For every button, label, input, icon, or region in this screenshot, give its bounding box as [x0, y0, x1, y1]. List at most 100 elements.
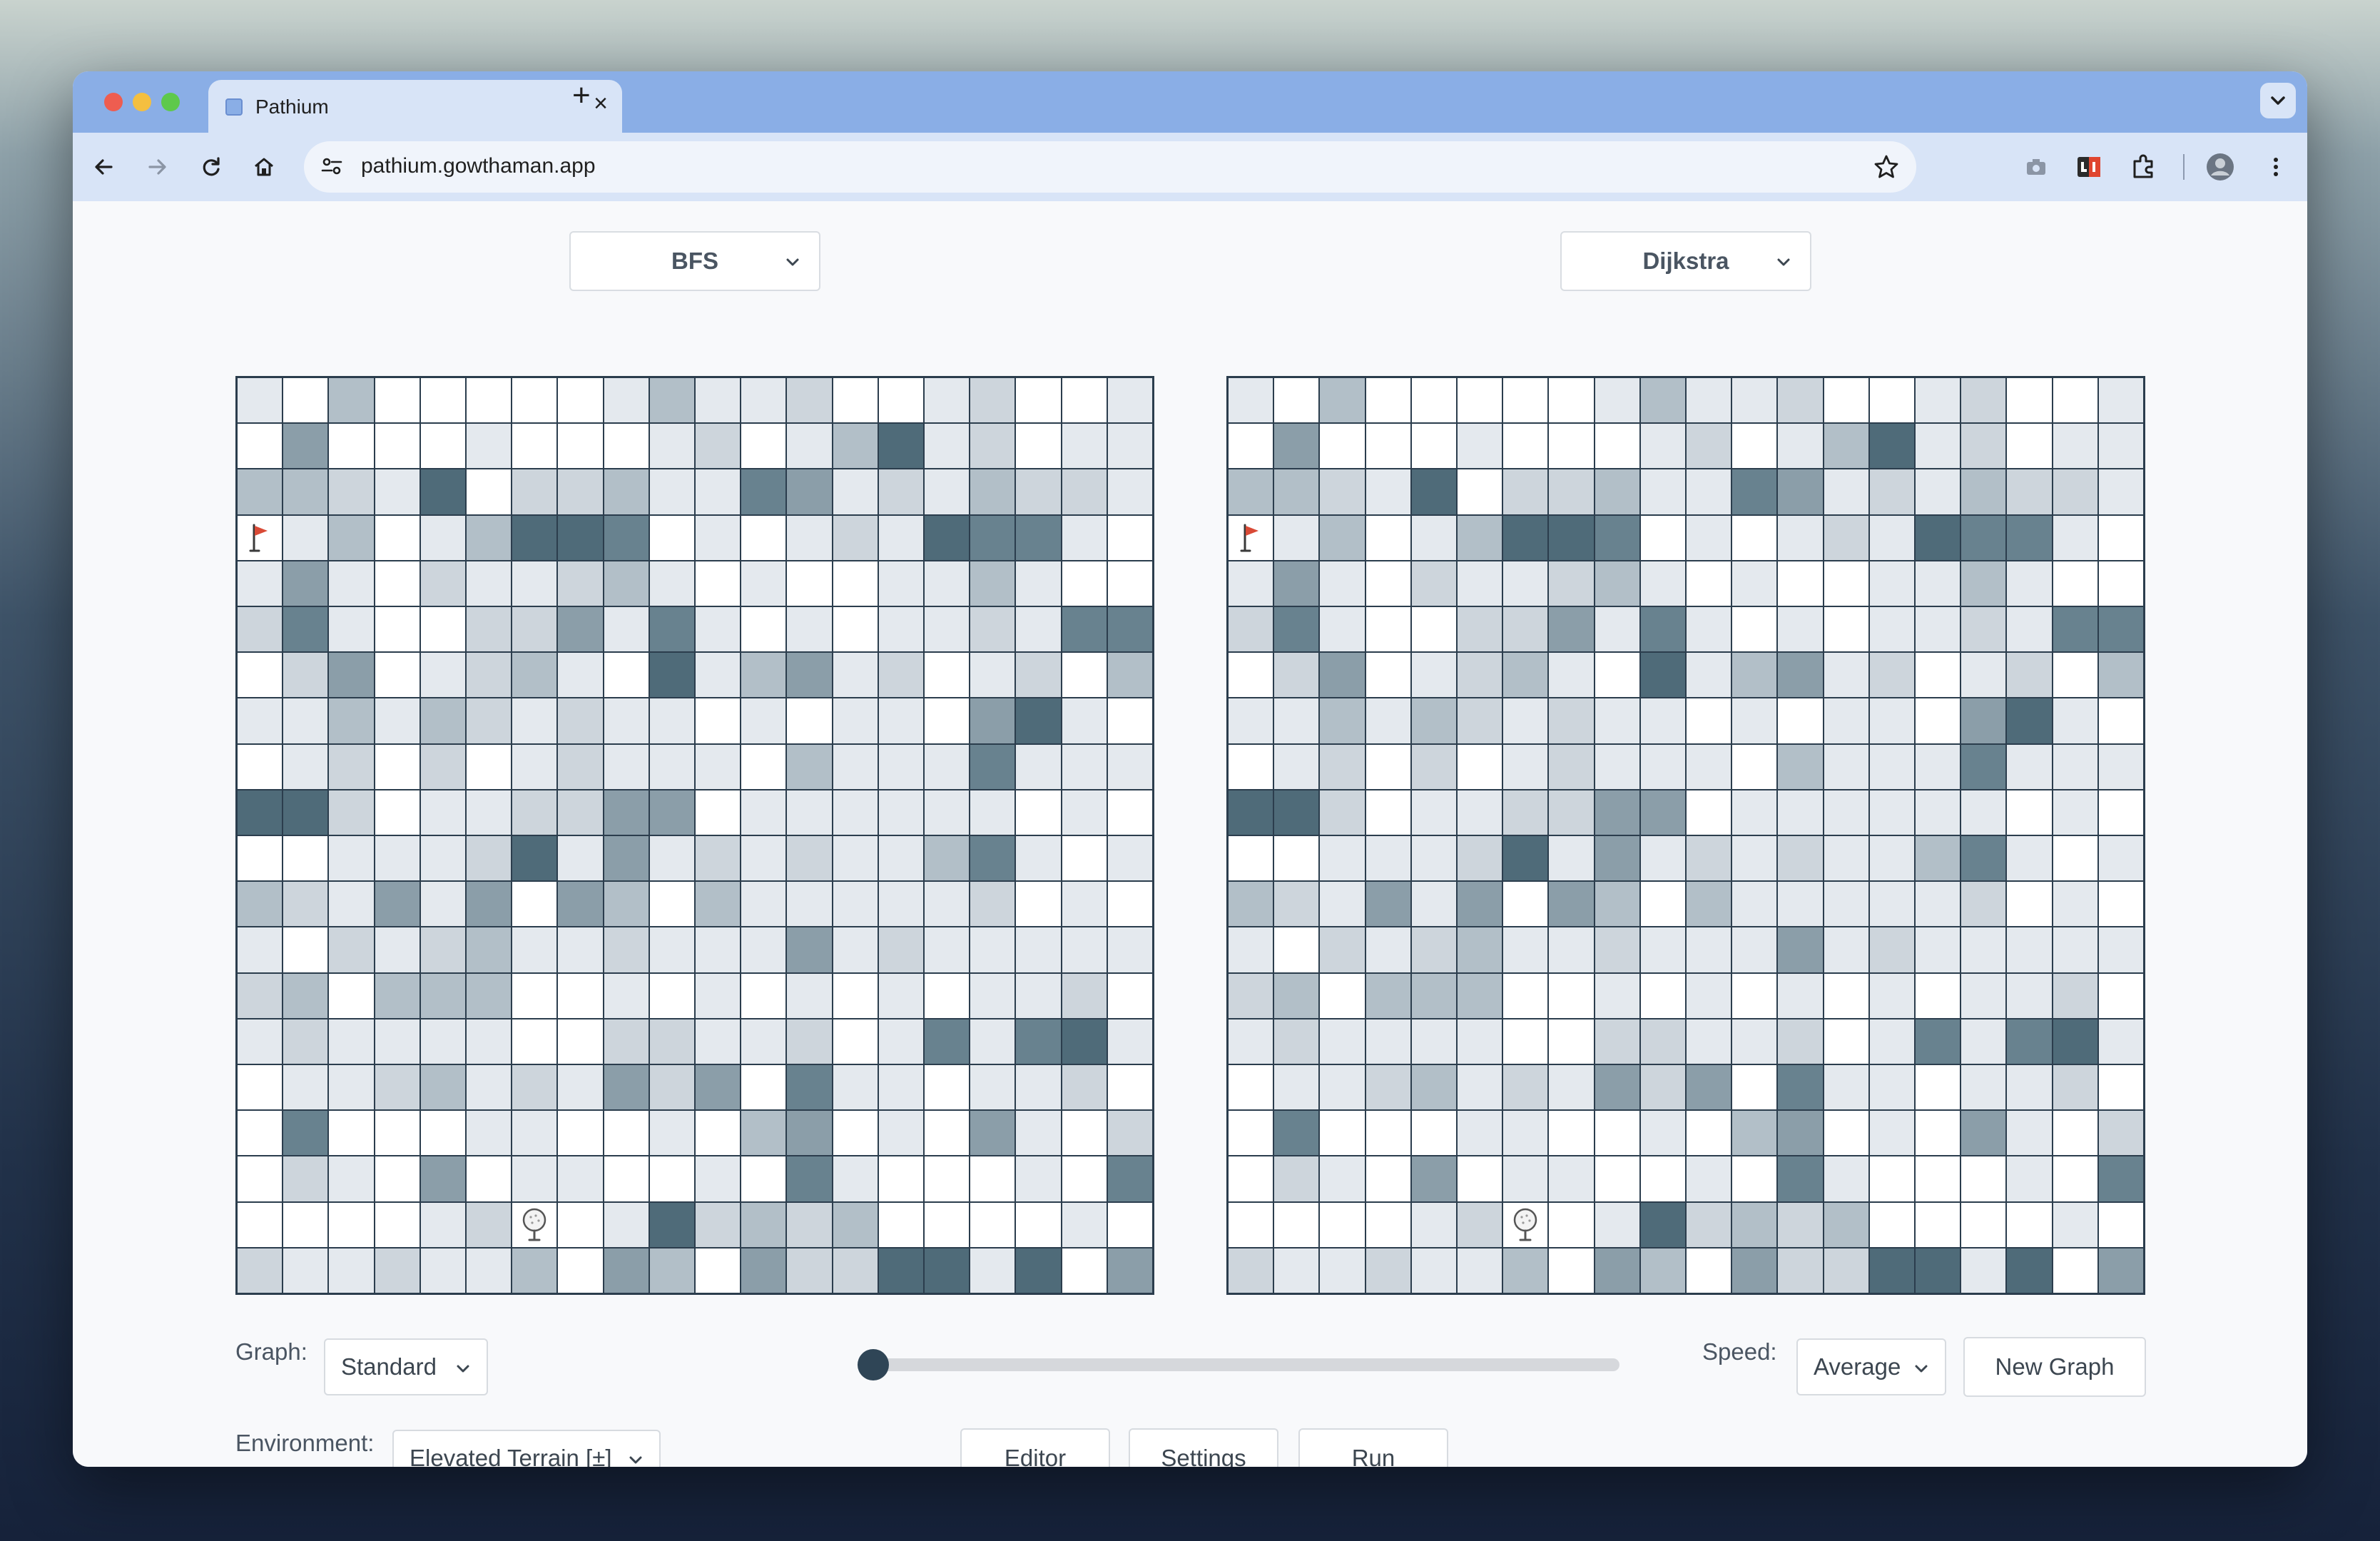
- grid-cell[interactable]: [467, 424, 512, 469]
- grid-cell[interactable]: [1961, 927, 2006, 972]
- grid-cell[interactable]: [2098, 698, 2143, 743]
- grid-cell[interactable]: [1320, 836, 1365, 881]
- grid-cell[interactable]: [1016, 469, 1061, 514]
- grid-cell[interactable]: [833, 1248, 878, 1293]
- grid-cell[interactable]: [1366, 607, 1410, 652]
- grid-cell[interactable]: [1640, 378, 1685, 423]
- grid-cell[interactable]: [1549, 973, 1594, 1018]
- grid-cell[interactable]: [1549, 515, 1594, 560]
- grid-cell[interactable]: [283, 973, 328, 1018]
- grid-cell[interactable]: [2098, 469, 2143, 514]
- grid-cell[interactable]: [649, 607, 694, 652]
- grid-cell[interactable]: [787, 1156, 832, 1201]
- grid-cell[interactable]: [1229, 927, 1273, 972]
- grid-cell[interactable]: [238, 424, 283, 469]
- grid-cell[interactable]: [467, 1202, 512, 1247]
- grid-cell[interactable]: [1595, 653, 1639, 698]
- grid-cell[interactable]: [970, 653, 1015, 698]
- grid-cell[interactable]: [1595, 378, 1639, 423]
- grid-cell[interactable]: [2053, 836, 2097, 881]
- grid-cell[interactable]: [558, 836, 603, 881]
- grid-cell[interactable]: [787, 515, 832, 560]
- grid-cell[interactable]: [970, 698, 1015, 743]
- grid-cell[interactable]: [2053, 973, 2097, 1018]
- grid-cell[interactable]: [558, 744, 603, 789]
- grid-cell[interactable]: [1640, 1111, 1685, 1156]
- grid-cell[interactable]: [375, 1248, 419, 1293]
- grid-cell[interactable]: [1366, 1065, 1410, 1110]
- grid-cell[interactable]: [558, 1019, 603, 1064]
- grid-cell[interactable]: [649, 973, 694, 1018]
- grid-cell[interactable]: [1503, 882, 1548, 927]
- grid-cell[interactable]: [649, 1202, 694, 1247]
- grid-cell[interactable]: [1458, 378, 1502, 423]
- grid-cell[interactable]: [878, 698, 923, 743]
- grid-cell[interactable]: [283, 653, 328, 698]
- grid-cell[interactable]: [925, 973, 970, 1018]
- grid-cell[interactable]: [1107, 836, 1152, 881]
- grid-cell[interactable]: [604, 1019, 649, 1064]
- grid-cell[interactable]: [420, 698, 465, 743]
- grid-cell[interactable]: [512, 469, 557, 514]
- grid-cell[interactable]: [467, 378, 512, 423]
- grid-cell[interactable]: [1016, 378, 1061, 423]
- grid-cell[interactable]: [833, 1202, 878, 1247]
- grid-cell[interactable]: [558, 1156, 603, 1201]
- grid-cell[interactable]: [604, 653, 649, 698]
- grid-cell[interactable]: [1961, 882, 2006, 927]
- grid-cell[interactable]: [238, 1019, 283, 1064]
- grid-cell[interactable]: [1062, 469, 1107, 514]
- grid-cell[interactable]: [1458, 698, 1502, 743]
- extensions-button[interactable]: [2122, 133, 2165, 201]
- grid-cell[interactable]: [1274, 1019, 1319, 1064]
- grid-cell[interactable]: [1366, 1202, 1410, 1247]
- grid-cell[interactable]: [329, 1019, 374, 1064]
- grid-cell[interactable]: [1229, 1065, 1273, 1110]
- grid-cell[interactable]: [1016, 424, 1061, 469]
- grid-cell[interactable]: [925, 424, 970, 469]
- grid-cell[interactable]: [1687, 744, 1731, 789]
- grid-cell[interactable]: [1320, 1019, 1365, 1064]
- grid-cell[interactable]: [878, 1019, 923, 1064]
- grid-cell[interactable]: [878, 424, 923, 469]
- grid-cell[interactable]: [1549, 607, 1594, 652]
- grid-cell[interactable]: [970, 515, 1015, 560]
- grid-cell[interactable]: [1732, 1111, 1777, 1156]
- grid-cell[interactable]: [970, 469, 1015, 514]
- grid-cell[interactable]: [1595, 561, 1639, 606]
- grid-cell[interactable]: [696, 561, 741, 606]
- grid-cell[interactable]: [1640, 1019, 1685, 1064]
- grid-cell[interactable]: [604, 1065, 649, 1110]
- grid-cell[interactable]: [1274, 378, 1319, 423]
- grid-cell[interactable]: [1916, 744, 1961, 789]
- grid-cell[interactable]: [375, 607, 419, 652]
- grid-cell[interactable]: [2053, 561, 2097, 606]
- grid-cell[interactable]: [1687, 1202, 1731, 1247]
- grid-cell[interactable]: [1595, 1111, 1639, 1156]
- grid-cell[interactable]: [1595, 973, 1639, 1018]
- grid-cell[interactable]: [238, 1248, 283, 1293]
- grid-cell[interactable]: [649, 653, 694, 698]
- grid-cell[interactable]: [1229, 1202, 1273, 1247]
- grid-cell[interactable]: [1961, 790, 2006, 835]
- grid-cell[interactable]: [1687, 424, 1731, 469]
- grid-cell[interactable]: [1687, 1065, 1731, 1110]
- grid-cell[interactable]: [970, 790, 1015, 835]
- grid-cell[interactable]: [696, 1156, 741, 1201]
- grid-cell[interactable]: [2098, 1111, 2143, 1156]
- grid-cell[interactable]: [1320, 927, 1365, 972]
- grid-cell[interactable]: [1778, 561, 1823, 606]
- grid-cell[interactable]: [1916, 1156, 1961, 1201]
- grid-cell[interactable]: [1062, 1019, 1107, 1064]
- grid-cell[interactable]: [1778, 653, 1823, 698]
- grid-cell[interactable]: [1824, 1156, 1868, 1201]
- grid-cell[interactable]: [2053, 1019, 2097, 1064]
- grid-cell[interactable]: [1062, 744, 1107, 789]
- grid-cell[interactable]: [741, 561, 786, 606]
- grid-cell[interactable]: [1062, 927, 1107, 972]
- grid-cell[interactable]: [1411, 469, 1456, 514]
- grid-cell[interactable]: [741, 882, 786, 927]
- grid-cell[interactable]: [420, 882, 465, 927]
- grid-cell[interactable]: [1640, 927, 1685, 972]
- grid-cell[interactable]: [741, 1248, 786, 1293]
